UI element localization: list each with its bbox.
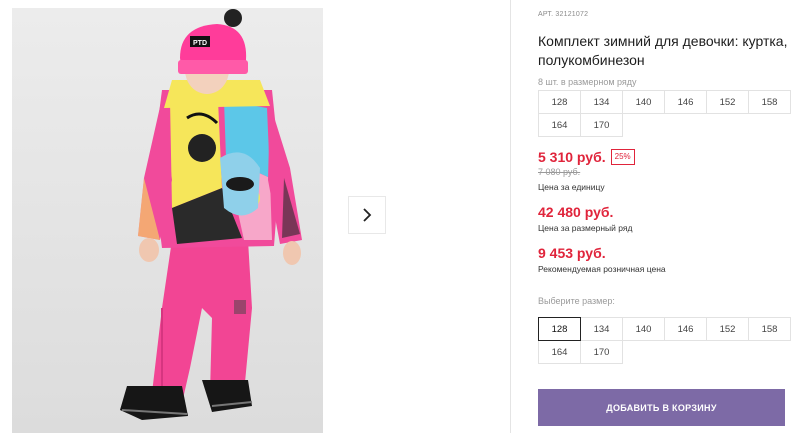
- pack-size-cell: 164: [538, 113, 581, 137]
- size-selector: 128 134 140 146 152 158 164 170: [538, 317, 791, 364]
- pack-size-grid: 128 134 140 146 152 158 164 170: [538, 90, 791, 137]
- retail-price-caption: Рекомендуемая розничная цена: [538, 264, 666, 274]
- unit-price-row: 5 310 руб. 25%: [538, 149, 635, 165]
- chevron-right-icon: [363, 208, 372, 222]
- size-option-selected[interactable]: 128: [538, 317, 581, 341]
- gallery-next-button[interactable]: [348, 196, 386, 234]
- size-option[interactable]: 164: [538, 340, 581, 364]
- size-option[interactable]: 140: [622, 317, 665, 341]
- pack-price-caption: Цена за размерный ряд: [538, 223, 633, 233]
- pack-size-cell: 146: [664, 90, 707, 114]
- size-option[interactable]: 170: [580, 340, 623, 364]
- size-select-label: Выберите размер:: [538, 296, 615, 306]
- pack-size-cell: 158: [748, 90, 791, 114]
- pack-size-cell: 134: [580, 90, 623, 114]
- pack-size-cell: 128: [538, 90, 581, 114]
- child-in-snowsuit-image: PTD: [12, 8, 323, 433]
- pack-size-cell: 170: [580, 113, 623, 137]
- unit-price-caption: Цена за единицу: [538, 182, 605, 192]
- pack-note: 8 шт. в размерном ряду: [538, 77, 637, 87]
- product-photo: PTD: [12, 8, 323, 433]
- hat-logo: PTD: [193, 40, 207, 47]
- size-option[interactable]: 152: [706, 317, 749, 341]
- old-price: 7 080 руб.: [538, 167, 581, 177]
- size-option[interactable]: 146: [664, 317, 707, 341]
- pack-size-cell: 152: [706, 90, 749, 114]
- unit-price: 5 310 руб.: [538, 149, 606, 165]
- pack-price: 42 480 руб.: [538, 204, 614, 220]
- size-option[interactable]: 158: [748, 317, 791, 341]
- discount-badge: 25%: [610, 149, 635, 165]
- retail-price: 9 453 руб.: [538, 245, 606, 261]
- pack-size-cell: 140: [622, 90, 665, 114]
- add-to-cart-button[interactable]: ДОБАВИТЬ В КОРЗИНУ: [538, 389, 785, 426]
- panel-divider: [510, 0, 511, 433]
- product-sku: АРТ. 32121072: [538, 11, 589, 18]
- product-title: Комплект зимний для девочки: куртка, пол…: [538, 33, 788, 68]
- size-option[interactable]: 134: [580, 317, 623, 341]
